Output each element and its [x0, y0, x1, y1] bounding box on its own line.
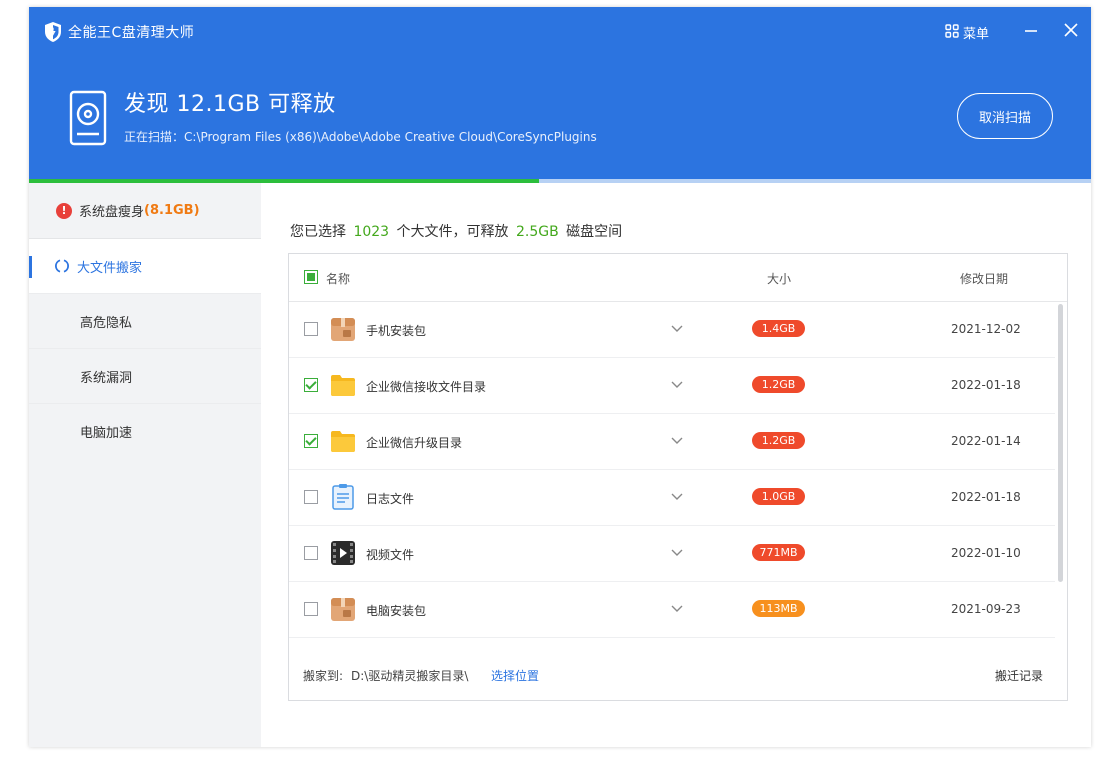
sidebar-item-label: 大文件搬家	[77, 260, 143, 276]
move-to-path: D:\驱动精灵搬家目录\	[351, 669, 469, 683]
cancel-scan-button[interactable]: 取消扫描	[957, 93, 1053, 139]
summary-mid: 个大文件，可释放	[396, 224, 509, 240]
folder-icon	[329, 371, 357, 399]
package-icon	[329, 315, 357, 343]
column-header-size: 大小	[767, 272, 792, 286]
window-controls: 菜单	[945, 19, 1091, 45]
table-row[interactable]: 企业微信接收文件目录 1.2GB 2022-01-18	[289, 358, 1055, 414]
file-name: 企业微信升级目录	[366, 436, 463, 450]
sidebar-item-label: 电脑加速	[80, 426, 133, 441]
menu-label: 菜单	[962, 26, 989, 42]
package-icon	[329, 595, 357, 623]
scan-result-title: 发现 12.1GB 可释放	[124, 92, 336, 117]
sidebar: ! 系统盘瘦身 (8.1GB) 大文件搬家 高危隐私 系统漏洞 电脑加速	[29, 183, 261, 747]
sidebar-item-label: 高危隐私	[80, 315, 133, 331]
file-name: 企业微信接收文件目录	[366, 380, 487, 394]
header: 全能王C盘清理大师 菜单 发现 12.1GB 可释放 正在扫描：C:\Progr…	[29, 7, 1091, 179]
modified-date: 2021-12-02	[951, 322, 1021, 336]
sidebar-item-label: 系统漏洞	[80, 370, 133, 386]
table-row[interactable]: 视频文件 771MB 2022-01-10	[289, 526, 1055, 582]
main-panel: 您已选择 1023 个大文件，可释放 2.5GB 磁盘空间 名称 大小 修改日期…	[261, 183, 1091, 747]
size-badge: 771MB	[752, 544, 805, 561]
close-button[interactable]	[1051, 19, 1091, 45]
table-header: 名称 大小 修改日期	[289, 254, 1067, 302]
scan-path-label: 正在扫描：	[124, 130, 185, 144]
move-to-label: 搬家到:	[303, 669, 344, 683]
selected-count: 1023	[353, 224, 390, 240]
table-row[interactable]: 手机安装包 1.4GB 2021-12-02	[289, 302, 1055, 358]
scan-path-value: C:\Program Files (x86)\Adobe\Adobe Creat…	[184, 130, 597, 144]
chevron-down-icon[interactable]	[669, 544, 685, 560]
hard-disk-icon	[69, 90, 107, 146]
chevron-down-icon[interactable]	[669, 320, 685, 336]
app-window: 全能王C盘清理大师 菜单 发现 12.1GB 可释放 正在扫描：C:\Progr…	[29, 7, 1091, 747]
size-badge: 1.0GB	[752, 488, 805, 505]
table-footer: 搬家到: D:\驱动精灵搬家目录\ 选择位置 搬迁记录	[289, 638, 1067, 700]
column-header-date: 修改日期	[960, 272, 1009, 286]
menu-button[interactable]: 菜单	[945, 23, 989, 42]
chevron-down-icon[interactable]	[669, 488, 685, 504]
table-row[interactable]: 电脑安装包 113MB 2021-09-23	[289, 582, 1055, 638]
shield-logo-icon	[43, 21, 63, 43]
modified-date: 2022-01-14	[951, 434, 1021, 448]
column-header-name: 名称	[326, 272, 351, 286]
scan-path: 正在扫描：C:\Program Files (x86)\Adobe\Adobe …	[124, 128, 597, 145]
sidebar-item-vulnerability[interactable]: 系统漏洞	[29, 349, 261, 404]
summary-post: 磁盘空间	[566, 224, 623, 240]
sidebar-item-speedup[interactable]: 电脑加速	[29, 404, 261, 459]
folder-icon	[329, 427, 357, 455]
file-name: 电脑安装包	[366, 604, 427, 618]
row-checkbox[interactable]	[304, 434, 318, 448]
sidebar-item-privacy[interactable]: 高危隐私	[29, 294, 261, 349]
sidebar-item-label: 系统盘瘦身	[79, 205, 145, 220]
releasable-size: 2.5GB	[516, 224, 559, 240]
app-title: 全能王C盘清理大师	[68, 25, 195, 41]
sidebar-item-system-slim[interactable]: ! 系统盘瘦身 (8.1GB)	[29, 183, 261, 239]
table-row[interactable]: 日志文件 1.0GB 2022-01-18	[289, 470, 1055, 526]
row-checkbox[interactable]	[304, 378, 318, 392]
modified-date: 2022-01-18	[951, 490, 1021, 504]
sidebar-item-large-file-move[interactable]: 大文件搬家	[29, 239, 261, 294]
move-history-link[interactable]: 搬迁记录	[995, 667, 1043, 684]
summary-pre: 您已选择	[290, 224, 346, 240]
modified-date: 2022-01-10	[951, 546, 1021, 560]
video-file-icon	[329, 539, 357, 567]
chevron-down-icon[interactable]	[669, 600, 685, 616]
log-file-icon	[329, 483, 357, 511]
minimize-icon	[1024, 23, 1038, 42]
file-name: 手机安装包	[366, 324, 427, 338]
grid-menu-icon	[945, 23, 959, 42]
row-checkbox[interactable]	[304, 322, 318, 336]
chevron-down-icon[interactable]	[669, 432, 685, 448]
modified-date: 2021-09-23	[951, 602, 1021, 616]
scrollbar[interactable]	[1058, 304, 1063, 582]
selection-summary: 您已选择 1023 个大文件，可释放 2.5GB 磁盘空间	[290, 221, 622, 241]
loading-spinner-icon	[54, 258, 70, 274]
size-badge: 1.4GB	[752, 320, 805, 337]
file-table: 名称 大小 修改日期 手机安装包 1.4GB 2021-12-02 企业微信接收文件目…	[288, 253, 1068, 701]
scan-area: 发现 12.1GB 可释放 正在扫描：C:\Program Files (x86…	[69, 90, 597, 146]
row-checkbox[interactable]	[304, 490, 318, 504]
file-name: 视频文件	[366, 548, 415, 562]
close-icon	[1063, 22, 1079, 42]
scan-text: 发现 12.1GB 可释放 正在扫描：C:\Program Files (x86…	[124, 90, 597, 145]
minimize-button[interactable]	[1011, 19, 1051, 45]
file-name: 日志文件	[366, 492, 415, 506]
table-body: 手机安装包 1.4GB 2021-12-02 企业微信接收文件目录 1.2GB 2022-…	[289, 302, 1055, 638]
title-bar: 全能王C盘清理大师	[43, 21, 194, 43]
row-checkbox[interactable]	[304, 602, 318, 616]
modified-date: 2022-01-18	[951, 378, 1021, 392]
size-badge: 1.2GB	[752, 376, 805, 393]
size-badge: 113MB	[752, 600, 805, 617]
choose-location-link[interactable]: 选择位置	[491, 667, 539, 684]
warning-icon: !	[56, 202, 72, 219]
select-all-checkbox[interactable]	[304, 270, 318, 284]
row-checkbox[interactable]	[304, 546, 318, 560]
sidebar-item-value: (8.1GB)	[144, 203, 200, 218]
size-badge: 1.2GB	[752, 432, 805, 449]
chevron-down-icon[interactable]	[669, 376, 685, 392]
table-row[interactable]: 企业微信升级目录 1.2GB 2022-01-14	[289, 414, 1055, 470]
